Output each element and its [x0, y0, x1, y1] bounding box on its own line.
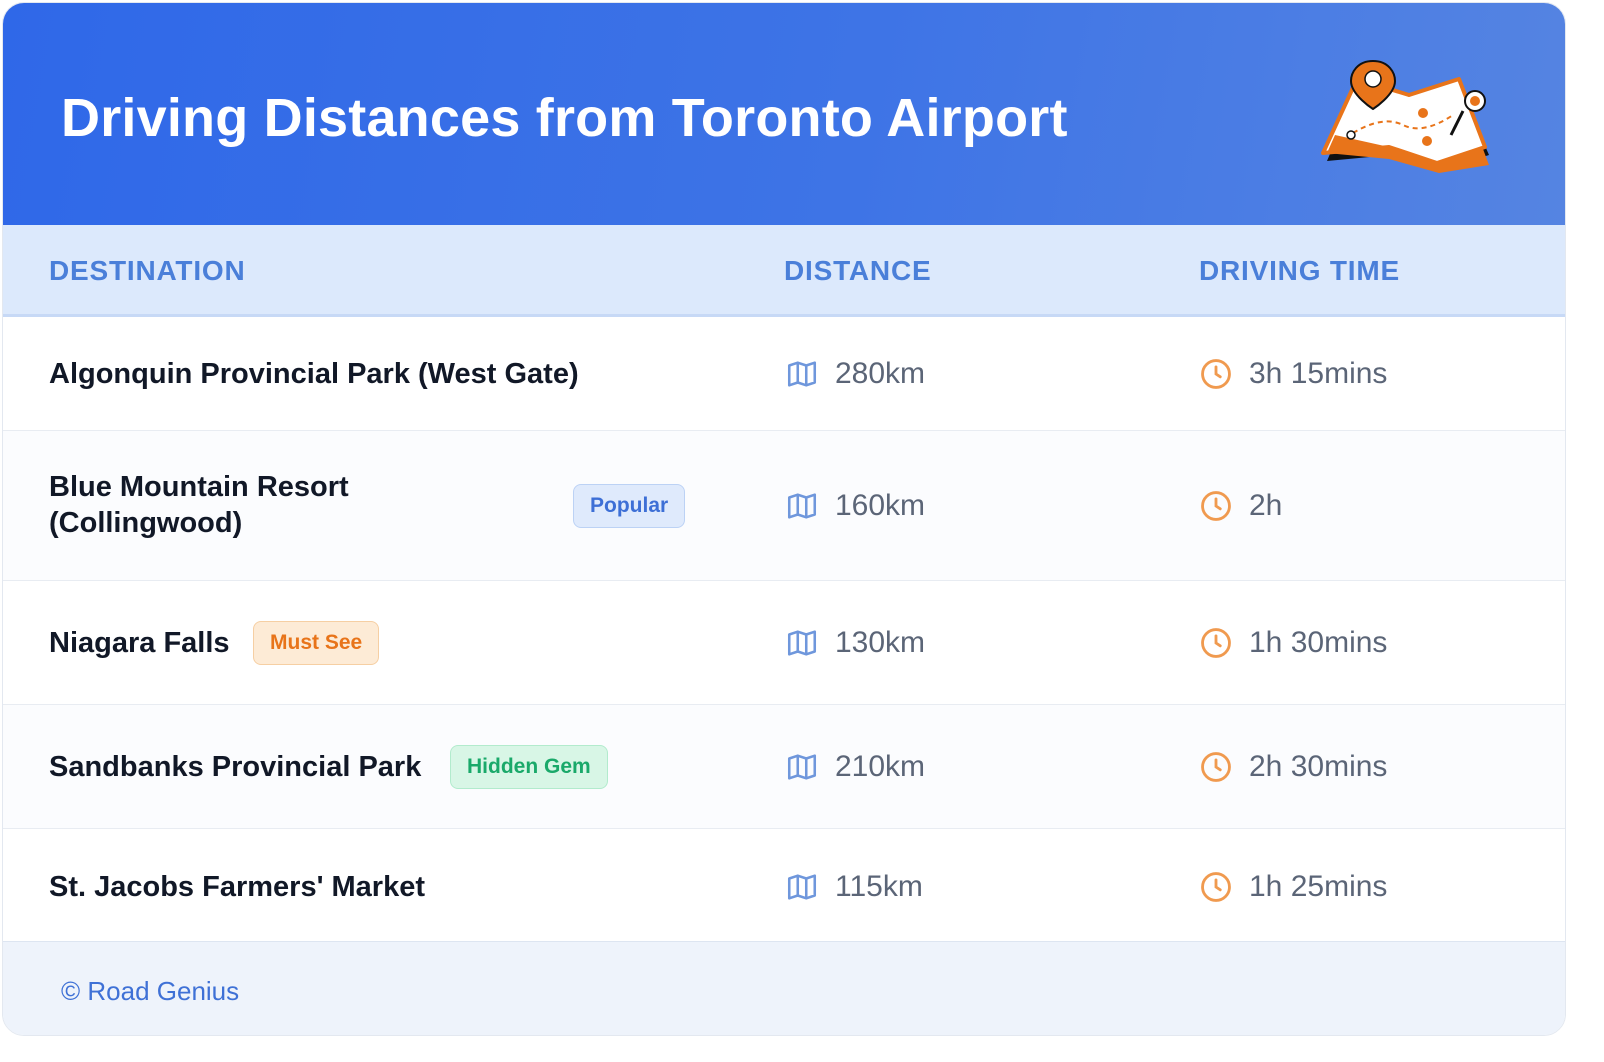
distance-cell: 130km: [785, 623, 925, 663]
distance-value: 210km: [835, 750, 926, 783]
destination-name: Niagara Falls: [49, 627, 230, 659]
time-value: 2h: [1249, 489, 1283, 522]
table-row: Sandbanks Provincial Park Hidden Gem 210…: [3, 705, 1565, 829]
clock-icon: [1201, 752, 1231, 782]
distance-value: 130km: [835, 626, 926, 659]
destination-name: St. Jacobs Farmers' Market: [49, 871, 426, 903]
destination-name: Sandbanks Provincial Park: [49, 751, 422, 783]
distance-cell: 160km: [785, 486, 925, 526]
table-row: Blue Mountain Resort (Collingwood) Popul…: [3, 431, 1565, 581]
time-value: 2h 30mins: [1249, 750, 1388, 783]
header: Driving Distances from Toronto Airport: [3, 3, 1565, 225]
distance-cell: 210km: [785, 747, 925, 787]
distance-value: 280km: [835, 357, 926, 390]
destination-name: Algonquin Provincial Park (West Gate): [49, 358, 579, 390]
map-pin-illustration: [1321, 59, 1489, 173]
footer-credit-link[interactable]: © Road Genius: [61, 976, 239, 1007]
page-title: Driving Distances from Toronto Airport: [61, 88, 1068, 148]
column-header-destination[interactable]: DESTINATION: [49, 255, 246, 287]
column-header-distance[interactable]: DISTANCE: [784, 255, 931, 287]
footer: © Road Genius: [3, 941, 1565, 1035]
time-cell: 1h 30mins: [1199, 623, 1387, 663]
clock-icon: [1201, 491, 1231, 521]
popular-badge: Popular: [573, 484, 686, 528]
hidden-gem-badge: Hidden Gem: [450, 745, 608, 789]
destination-name: Blue Mountain Resort (Collingwood): [49, 471, 349, 539]
distance-table-card: Driving Distances from Toronto Airport D…: [2, 2, 1566, 1036]
map-icon: [787, 754, 817, 780]
column-header-driving-time[interactable]: DRIVING TIME: [1199, 255, 1400, 287]
time-value: 1h 30mins: [1249, 626, 1388, 659]
must-see-badge: Must See: [253, 621, 380, 665]
distance-cell: 115km: [785, 867, 923, 907]
table-row: Niagara Falls Must See 130km 1h 30mins: [3, 581, 1565, 705]
clock-icon: [1201, 872, 1231, 902]
map-icon: [787, 493, 817, 519]
time-value: 1h 25mins: [1249, 870, 1388, 903]
clock-icon: [1201, 359, 1231, 389]
time-cell: 2h: [1199, 486, 1282, 526]
time-cell: 3h 15mins: [1199, 354, 1387, 394]
map-icon: [787, 361, 817, 387]
distance-value: 160km: [835, 489, 926, 522]
table-row: St. Jacobs Farmers' Market 115km 1h 25mi…: [3, 829, 1565, 943]
map-icon: [787, 630, 817, 656]
time-value: 3h 15mins: [1249, 357, 1388, 390]
time-cell: 1h 25mins: [1199, 867, 1387, 907]
table-row: Algonquin Provincial Park (West Gate) 28…: [3, 317, 1565, 431]
column-headers: DESTINATION DISTANCE DRIVING TIME: [3, 225, 1565, 317]
map-icon: [787, 874, 817, 900]
distance-cell: 280km: [785, 354, 925, 394]
time-cell: 2h 30mins: [1199, 747, 1387, 787]
distance-value: 115km: [835, 870, 923, 903]
clock-icon: [1201, 628, 1231, 658]
